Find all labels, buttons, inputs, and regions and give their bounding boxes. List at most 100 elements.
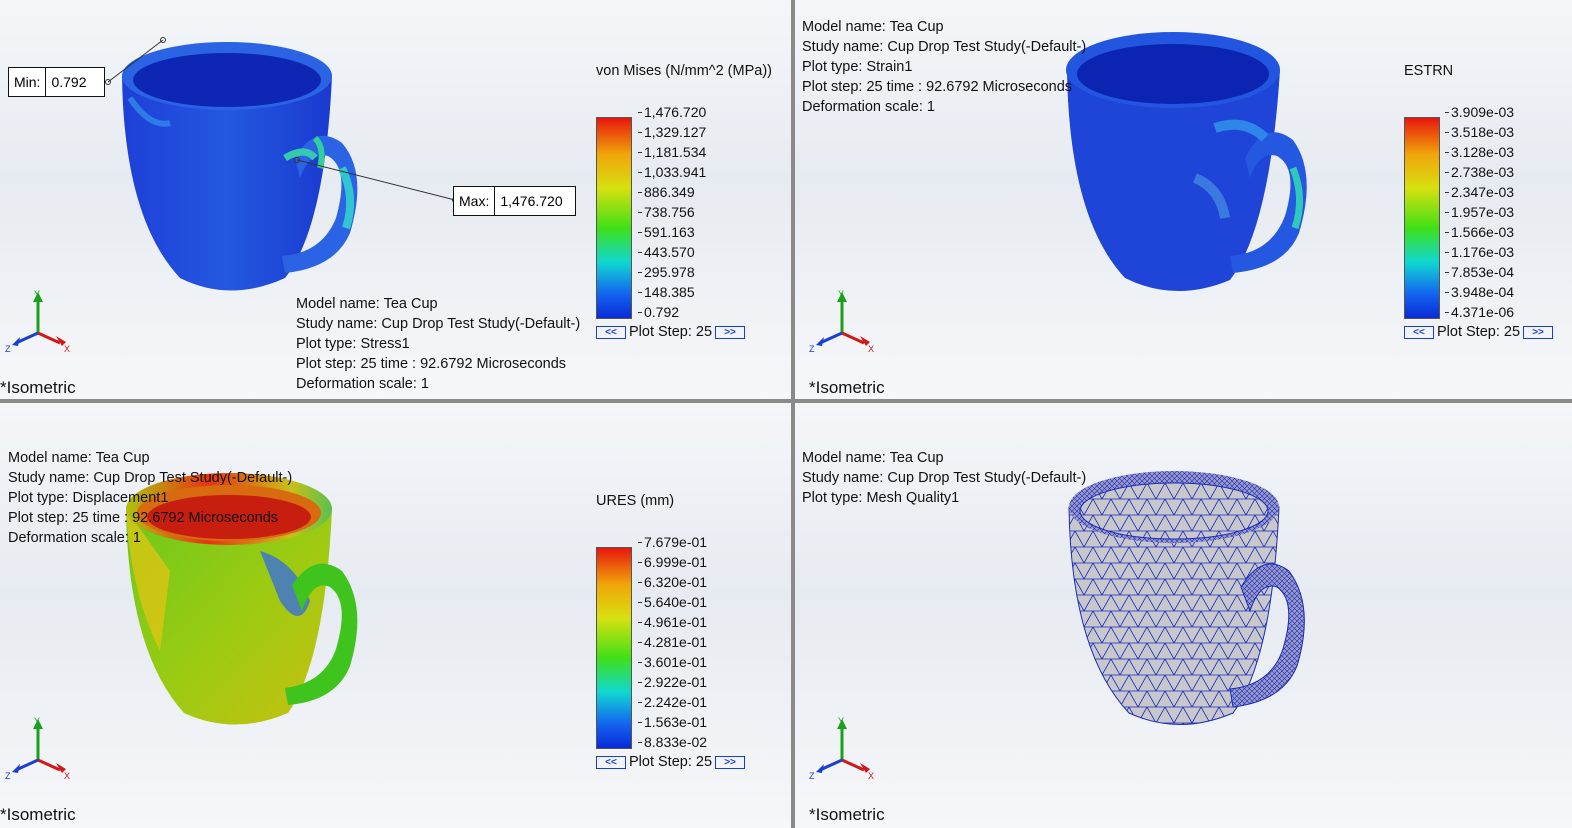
legend-title: von Mises (N/mm^2 (MPa))	[596, 63, 772, 79]
legend-tick-label: 1,033.941	[637, 164, 707, 180]
study-name: Study name: Cup Drop Test Study(-Default…	[8, 470, 293, 486]
legend-title: URES (mm)	[596, 493, 675, 509]
legend-tick-label: 1.563e-01	[637, 714, 708, 730]
legend-tick-label: 591.163	[638, 224, 695, 240]
min-label: Min:	[14, 74, 41, 90]
axis-triad: Y X Z	[809, 289, 874, 354]
axis-z-label: Z	[5, 771, 11, 781]
legend-tick-label: 1.566e-03	[1444, 224, 1515, 240]
legend-tick-label: 0.792	[637, 304, 680, 320]
plot-type: Plot type: Stress1	[296, 336, 410, 352]
model-name: Model name: Tea Cup	[802, 450, 944, 466]
viewport-stress[interactable]: Min: 0.792 Max: 1,476.720 von Mises (N/m…	[0, 0, 791, 399]
plot-step: Plot step: 25 time : 92.6792 Microsecond…	[8, 510, 279, 526]
axis-x-label: X	[64, 344, 70, 354]
plot-step-control: << Plot Step: 25 >>	[596, 324, 746, 340]
plot-info: Model name: Tea Cup Study name: Cup Drop…	[8, 448, 292, 548]
legend-tick-label: 1,181.534	[637, 144, 707, 160]
legend-tick-label: 1,476.720	[637, 104, 707, 120]
legend-color-bar	[1404, 117, 1440, 319]
legend-tick-label: 2.738e-03	[1444, 164, 1515, 180]
legend-tick-label: 3.909e-03	[1444, 104, 1515, 120]
plot-step-control: << Plot Step: 25 >>	[596, 754, 746, 770]
view-orientation-label: *Isometric	[809, 805, 885, 824]
step-forward-button[interactable]: >>	[715, 325, 746, 339]
mug-strain-model	[1066, 32, 1307, 292]
step-forward-button[interactable]: >>	[715, 755, 746, 769]
deformation-scale: Deformation scale: 1	[296, 376, 429, 392]
plot-type: Plot type: Displacement1	[8, 490, 169, 506]
legend-tick-label: 7.853e-04	[1444, 264, 1515, 280]
max-annotation[interactable]: Max: 1,476.720	[453, 186, 577, 216]
viewport-displacement[interactable]: Model name: Tea Cup Study name: Cup Drop…	[0, 403, 791, 828]
axis-triad: Y X Z	[5, 716, 70, 781]
legend-tick-label: 1.957e-03	[1444, 204, 1515, 220]
mug-mesh-model	[1068, 471, 1305, 725]
study-name: Study name: Cup Drop Test Study(-Default…	[296, 316, 581, 332]
legend-color-bar	[596, 117, 632, 319]
axis-x-label: X	[868, 344, 874, 354]
plot-type: Plot type: Mesh Quality1	[802, 490, 960, 506]
study-name: Study name: Cup Drop Test Study(-Default…	[802, 470, 1087, 486]
viewport-mesh[interactable]: Model name: Tea Cup Study name: Cup Drop…	[795, 403, 1572, 828]
axis-triad: Y X Z	[5, 289, 70, 354]
plot-step: Plot step: 25 time : 92.6792 Microsecond…	[296, 356, 567, 372]
model-name: Model name: Tea Cup	[8, 450, 150, 466]
legend-tick-label: 3.948e-04	[1444, 284, 1515, 300]
plot-step: Plot step: 25 time : 92.6792 Microsecond…	[802, 79, 1073, 95]
legend-tick-label: 2.242e-01	[637, 694, 708, 710]
legend-tick-label: 148.385	[638, 284, 695, 300]
legend-tick-label: 295.978	[638, 264, 695, 280]
legend-tick-label: 8.833e-02	[637, 734, 708, 750]
plot-info: Model name: Tea Cup Study name: Cup Drop…	[296, 294, 580, 394]
model-name: Model name: Tea Cup	[296, 296, 438, 312]
axis-y-label: Y	[34, 289, 40, 299]
plot-step-label: Plot Step: 25	[629, 324, 713, 340]
legend-tick-label: 4.371e-06	[1444, 304, 1515, 320]
axis-x-label: X	[868, 771, 874, 781]
study-name: Study name: Cup Drop Test Study(-Default…	[802, 39, 1087, 55]
plot-step-control: << Plot Step: 25 >>	[1404, 324, 1554, 340]
legend-tick-label: 738.756	[638, 204, 695, 220]
axis-y-label: Y	[838, 289, 844, 299]
axis-z-label: Z	[5, 344, 11, 354]
legend-tick-label: 3.128e-03	[1444, 144, 1515, 160]
legend-tick-label: 5.640e-01	[637, 594, 708, 610]
step-back-button[interactable]: <<	[1404, 325, 1434, 339]
axis-y-label: Y	[838, 716, 844, 726]
min-annotation[interactable]: Min: 0.792	[8, 67, 106, 97]
deformation-scale: Deformation scale: 1	[802, 99, 935, 115]
legend-tick-label: 3.601e-01	[637, 654, 708, 670]
axis-z-label: Z	[809, 344, 815, 354]
plot-info: Model name: Tea Cup Study name: Cup Drop…	[802, 17, 1086, 117]
legend-tick-label: 886.349	[638, 184, 695, 200]
legend-title: ESTRN	[1404, 63, 1454, 79]
legend-tick-label: 1.176e-03	[1444, 244, 1515, 260]
plot-type: Plot type: Strain1	[802, 59, 913, 75]
max-label: Max:	[459, 193, 490, 209]
max-value: 1,476.720	[494, 187, 575, 215]
model-name: Model name: Tea Cup	[802, 19, 944, 35]
legend-ticks: 7.679e-01 6.999e-01 6.320e-01 5.640e-01 4.96…	[637, 534, 734, 750]
step-back-button[interactable]: <<	[596, 325, 626, 339]
step-back-button[interactable]: <<	[596, 755, 626, 769]
plot-step-label: Plot Step: 25	[1437, 324, 1521, 340]
axis-z-label: Z	[809, 771, 815, 781]
axis-x-label: X	[64, 771, 70, 781]
legend-tick-label: 4.281e-01	[637, 634, 708, 650]
legend-tick-label: 2.922e-01	[637, 674, 708, 690]
legend-tick-label: 6.999e-01	[637, 554, 708, 570]
legend-tick-label: 1,329.127	[637, 124, 707, 140]
step-forward-button[interactable]: >>	[1523, 325, 1554, 339]
legend-tick-label: 7.679e-01	[637, 534, 708, 550]
legend-ticks: 3.909e-03 3.518e-03 3.128e-03 2.738e-03 2.34…	[1444, 104, 1541, 320]
plot-info: Model name: Tea Cup Study name: Cup Drop…	[802, 448, 1086, 508]
view-orientation-label: *Isometric	[0, 805, 76, 824]
legend-color-bar	[596, 547, 632, 749]
viewport-strain[interactable]: Model name: Tea Cup Study name: Cup Drop…	[795, 0, 1572, 399]
legend-tick-label: 3.518e-03	[1444, 124, 1515, 140]
legend-tick-label: 2.347e-03	[1444, 184, 1515, 200]
axis-y-label: Y	[34, 716, 40, 726]
legend-ticks: 1,476.720 1,329.127 1,181.534 1,033.941 886.…	[637, 104, 734, 320]
legend-tick-label: 6.320e-01	[637, 574, 708, 590]
